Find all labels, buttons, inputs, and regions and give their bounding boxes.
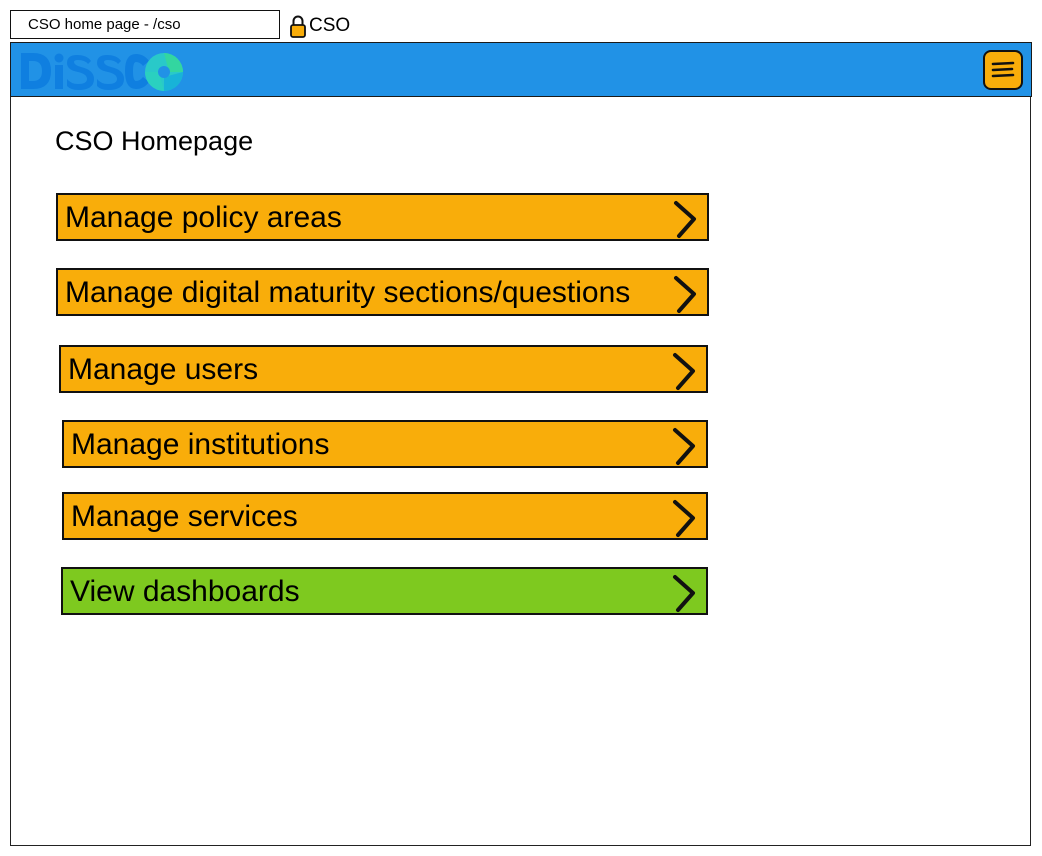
role-label: CSO bbox=[309, 15, 351, 36]
view-dashboards-button[interactable]: View dashboards bbox=[61, 567, 708, 615]
manage-institutions-button[interactable]: Manage institutions bbox=[62, 420, 708, 468]
manage-services-button[interactable]: Manage services bbox=[62, 492, 708, 540]
manage-digital-maturity-button[interactable]: Manage digital maturity sections/questio… bbox=[56, 268, 709, 316]
menu-item-label: Manage institutions bbox=[71, 428, 330, 461]
manage-users-button[interactable]: Manage users bbox=[59, 345, 708, 393]
menu-item-label: Manage digital maturity sections/questio… bbox=[65, 276, 631, 309]
disco-logo-icon[interactable] bbox=[17, 49, 183, 93]
role-indicator: CSO bbox=[289, 12, 350, 40]
chevron-right-icon bbox=[674, 276, 696, 313]
hamburger-menu-icon bbox=[991, 61, 1015, 78]
manage-policy-areas-button[interactable]: Manage policy areas bbox=[56, 193, 709, 241]
header-bar bbox=[10, 42, 1032, 97]
chevron-right-icon bbox=[673, 428, 695, 465]
menu-item-label: Manage services bbox=[71, 500, 298, 533]
page-title: CSO Homepage bbox=[55, 126, 254, 156]
chevron-right-icon bbox=[673, 575, 695, 612]
menu-item-label: Manage policy areas bbox=[65, 201, 342, 234]
menu-item-label: View dashboards bbox=[70, 575, 300, 608]
chevron-right-icon bbox=[673, 353, 695, 390]
menu-item-label: Manage users bbox=[68, 353, 259, 386]
chevron-right-icon bbox=[673, 500, 695, 537]
lock-icon bbox=[290, 15, 306, 38]
page-tab-label: CSO home page - /cso bbox=[10, 10, 280, 39]
hamburger-menu-button[interactable] bbox=[983, 50, 1023, 90]
chevron-right-icon bbox=[674, 201, 696, 238]
